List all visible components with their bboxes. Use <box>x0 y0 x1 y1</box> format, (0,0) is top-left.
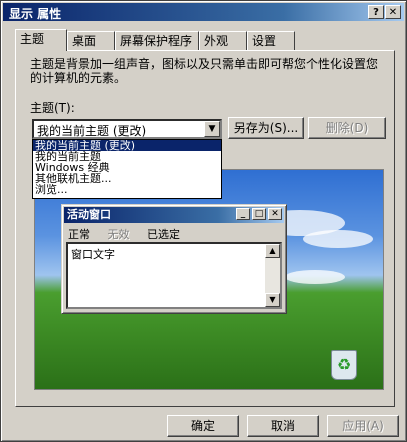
dropdown-option[interactable]: 浏览... <box>33 184 221 195</box>
maximize-icon: □ <box>252 208 266 220</box>
tab-themes[interactable]: 主题 <box>15 29 67 51</box>
help-button[interactable]: ? <box>368 5 384 19</box>
close-icon: ✕ <box>268 208 282 220</box>
dropdown-option[interactable]: 我的当前主题 <box>33 151 221 162</box>
tab-strip: 主题 桌面 屏幕保护程序 外观 设置 <box>15 29 395 51</box>
sample-window-title: 活动窗口 <box>67 208 111 221</box>
window-title: 显示 属性 <box>9 7 62 21</box>
scroll-down-icon: ▼ <box>265 293 280 307</box>
title-bar[interactable]: 显示 属性 ? ✕ <box>3 3 404 21</box>
theme-label: 主题(T): <box>30 101 75 115</box>
dropdown-option[interactable]: 其他联机主题... <box>33 173 221 184</box>
tab-settings[interactable]: 设置 <box>247 31 295 50</box>
theme-preview: 活动窗口 _ □ ✕ 正常 无效 已选定 窗口文字 ▲ ▼ ♻ <box>34 169 384 390</box>
delete-button[interactable]: 删除(D) <box>308 117 386 139</box>
theme-dropdown-list: 我的当前主题 (更改) 我的当前主题 Windows 经典 其他联机主题... … <box>32 139 222 199</box>
display-properties-dialog: 显示 属性 ? ✕ 主题 桌面 屏幕保护程序 外观 设置 主题是背景加一组声音，… <box>0 0 407 442</box>
menu-normal: 正常 <box>68 228 90 241</box>
active-window-sample: 活动窗口 _ □ ✕ 正常 无效 已选定 窗口文字 ▲ ▼ <box>61 204 287 314</box>
scroll-up-icon: ▲ <box>265 244 280 258</box>
sample-window-text: 窗口文字 <box>71 248 115 261</box>
chevron-down-icon[interactable]: ▼ <box>204 121 220 137</box>
cancel-button[interactable]: 取消 <box>247 415 319 437</box>
dropdown-option[interactable]: Windows 经典 <box>33 162 221 173</box>
sample-client-area: 窗口文字 ▲ ▼ <box>66 242 282 309</box>
theme-description: 主题是背景加一组声音，图标以及只需单击即可帮您个性化设置您的计算机的元素。 <box>30 57 379 85</box>
recycle-bin-icon: ♻ <box>331 350 357 380</box>
theme-select[interactable]: 我的当前主题 (更改) ▼ <box>32 119 222 139</box>
save-as-button[interactable]: 另存为(S)... <box>228 117 304 139</box>
sample-menu-bar: 正常 无效 已选定 <box>68 226 194 242</box>
theme-select-value: 我的当前主题 (更改) <box>37 124 147 138</box>
tab-appearance[interactable]: 外观 <box>199 31 247 50</box>
dropdown-option[interactable]: 我的当前主题 (更改) <box>33 140 221 151</box>
cloud-shape <box>285 270 345 284</box>
apply-button[interactable]: 应用(A) <box>327 415 399 437</box>
close-button[interactable]: ✕ <box>385 5 401 19</box>
minimize-icon: _ <box>236 208 250 220</box>
tab-screensaver[interactable]: 屏幕保护程序 <box>115 31 199 50</box>
sample-title-bar: 活动窗口 _ □ ✕ <box>64 207 284 223</box>
sample-scrollbar: ▲ ▼ <box>265 244 280 307</box>
ok-button[interactable]: 确定 <box>167 415 239 437</box>
themes-panel: 主题是背景加一组声音，图标以及只需单击即可帮您个性化设置您的计算机的元素。 主题… <box>15 50 395 407</box>
tab-desktop[interactable]: 桌面 <box>67 31 115 50</box>
cloud-shape <box>303 230 373 248</box>
menu-selected: 已选定 <box>147 228 180 241</box>
menu-disabled: 无效 <box>107 228 130 241</box>
